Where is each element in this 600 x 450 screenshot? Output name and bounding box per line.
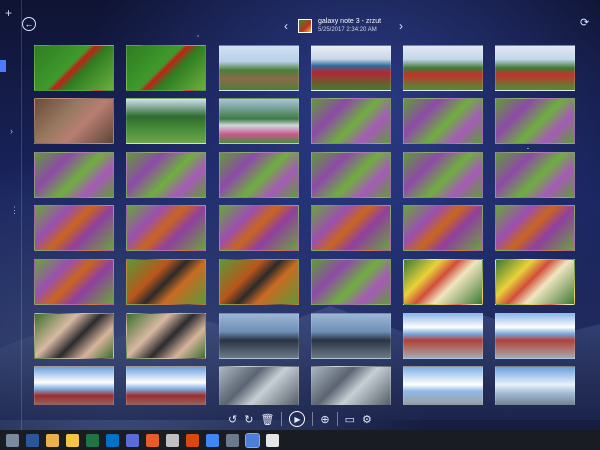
photo-thumbnail[interactable] bbox=[495, 259, 575, 305]
photo-thumbnail[interactable] bbox=[495, 366, 575, 405]
save-icon[interactable] bbox=[6, 433, 19, 447]
photo-thumbnail[interactable] bbox=[403, 45, 483, 91]
photo-thumbnail[interactable] bbox=[311, 259, 391, 305]
add-icon[interactable]: + bbox=[5, 6, 12, 20]
photo-thumbnail[interactable] bbox=[403, 313, 483, 359]
photo-thumbnail[interactable] bbox=[126, 98, 206, 144]
arrow-left-circle-icon: ← bbox=[24, 19, 34, 29]
photo-thumbnail[interactable] bbox=[126, 259, 206, 305]
photo-thumbnail[interactable] bbox=[311, 366, 391, 405]
photo-thumbnail[interactable] bbox=[219, 313, 299, 359]
photo-thumbnail[interactable] bbox=[403, 366, 483, 405]
top-right-controls: ⟳ bbox=[580, 16, 589, 29]
photo-thumbnail[interactable] bbox=[126, 313, 206, 359]
camera-icon[interactable] bbox=[226, 433, 239, 447]
delete-icon[interactable]: 🗑 bbox=[260, 413, 274, 426]
photo-thumbnail[interactable] bbox=[495, 152, 575, 198]
back-button[interactable]: ← bbox=[22, 17, 36, 31]
photo-thumbnail[interactable] bbox=[495, 45, 575, 91]
photo-thumbnail[interactable] bbox=[311, 313, 391, 359]
photo-thumbnail[interactable] bbox=[126, 205, 206, 251]
photo-thumbnail[interactable] bbox=[311, 205, 391, 251]
play-icon[interactable]: ▶ bbox=[289, 411, 306, 427]
chevron-right-icon[interactable]: › bbox=[395, 19, 407, 33]
toolbar-separator bbox=[281, 412, 283, 426]
rotate-right-icon[interactable]: ↻ bbox=[244, 413, 253, 426]
refresh-icon[interactable]: ⟳ bbox=[580, 16, 589, 29]
photo-thumbnail[interactable] bbox=[219, 152, 299, 198]
rotate-left-icon[interactable]: ↺ bbox=[228, 413, 237, 426]
photo-thumbnail[interactable] bbox=[495, 98, 575, 144]
windows-taskbar bbox=[0, 430, 600, 450]
more-dots-icon[interactable]: ⋮ bbox=[10, 205, 19, 216]
photo-thumbnail[interactable] bbox=[34, 259, 114, 305]
photo-thumbnail[interactable] bbox=[219, 45, 299, 91]
photo-thumbnail[interactable] bbox=[219, 259, 299, 305]
photo-viewer-icon[interactable] bbox=[245, 432, 260, 448]
title-bar: ‹ galaxy note 3 - zrzut 5/25/2017 2:34:2… bbox=[280, 15, 407, 37]
photo-thumbnail[interactable] bbox=[126, 45, 206, 91]
photos-icon[interactable] bbox=[146, 433, 159, 447]
photo-thumbnail[interactable] bbox=[311, 45, 391, 91]
photo-thumbnail[interactable] bbox=[311, 152, 391, 198]
album-thumbnail bbox=[298, 19, 312, 33]
album-info: galaxy note 3 - zrzut 5/25/2017 2:34:20 … bbox=[318, 18, 381, 34]
photo-thumbnail[interactable] bbox=[495, 313, 575, 359]
notes-icon[interactable] bbox=[266, 433, 279, 447]
file-explorer-icon[interactable] bbox=[66, 433, 79, 447]
photo-thumbnail[interactable] bbox=[311, 98, 391, 144]
photo-thumbnail[interactable] bbox=[219, 205, 299, 251]
photo-thumbnail[interactable] bbox=[34, 313, 114, 359]
album-title: galaxy note 3 - zrzut bbox=[318, 18, 382, 25]
photo-thumbnail[interactable] bbox=[34, 45, 114, 91]
chrome-icon[interactable] bbox=[206, 433, 219, 447]
album-date: 5/25/2017 2:34:20 AM bbox=[318, 27, 377, 33]
photo-thumbnail[interactable] bbox=[126, 152, 206, 198]
photo-thumbnail[interactable] bbox=[219, 98, 299, 144]
zoom-icon[interactable]: ⊕ bbox=[320, 413, 329, 426]
photo-thumbnail[interactable] bbox=[403, 98, 483, 144]
people-icon[interactable] bbox=[126, 433, 139, 447]
media-icon[interactable] bbox=[186, 433, 199, 447]
chevron-left-icon[interactable]: ‹ bbox=[280, 19, 292, 33]
photo-thumbnail[interactable] bbox=[403, 259, 483, 305]
photo-thumbnail[interactable] bbox=[34, 152, 114, 198]
selection-indicator bbox=[0, 60, 6, 72]
photo-thumbnail[interactable] bbox=[34, 205, 114, 251]
left-rail: + › ⋮ bbox=[0, 0, 22, 430]
toolbar-separator bbox=[336, 412, 338, 426]
word-icon[interactable] bbox=[26, 433, 39, 447]
photo-thumbnail[interactable] bbox=[34, 366, 114, 405]
globe-icon[interactable] bbox=[166, 433, 179, 447]
excel-icon[interactable] bbox=[86, 433, 99, 447]
slideshow-icon[interactable]: ▭ bbox=[345, 413, 355, 426]
photo-thumbnail[interactable] bbox=[403, 152, 483, 198]
outlook-icon[interactable] bbox=[106, 433, 119, 447]
toolbar-separator bbox=[312, 412, 314, 426]
rail-marker-icon[interactable]: › bbox=[10, 126, 13, 136]
photo-thumbnail[interactable] bbox=[126, 366, 206, 405]
photo-thumbnail[interactable] bbox=[403, 205, 483, 251]
bottom-toolbar: ↺ ↻ 🗑 ▶ ⊕ ▭ ⚙ bbox=[228, 408, 378, 430]
folder-icon[interactable] bbox=[46, 433, 59, 447]
photo-thumbnail[interactable] bbox=[219, 366, 299, 405]
photo-thumbnail[interactable] bbox=[34, 98, 114, 144]
settings-icon[interactable]: ⚙ bbox=[362, 413, 372, 426]
photo-thumbnail[interactable] bbox=[495, 205, 575, 251]
photo-grid bbox=[34, 45, 600, 405]
